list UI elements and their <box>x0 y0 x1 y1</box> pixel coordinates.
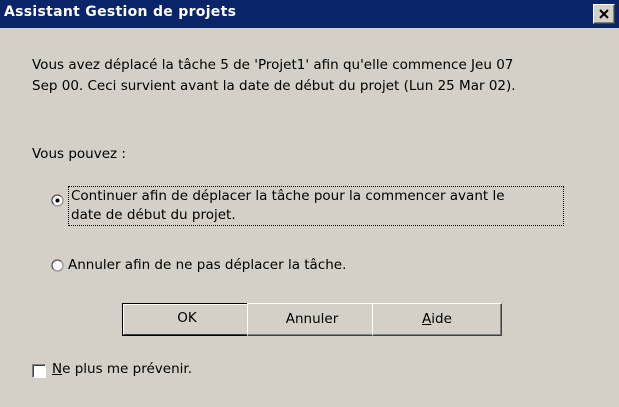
cancel-button-label: Annuler <box>285 311 339 327</box>
message-text: Vous avez déplacé la tâche 5 de 'Projet1… <box>32 55 602 97</box>
help-button-label-rest: ide <box>431 311 452 327</box>
message-line-2: Sep 00. Ceci survient avant la date de d… <box>32 78 516 94</box>
ok-button-label: OK <box>177 310 197 326</box>
continue-option-label[interactable]: Continuer afin de déplacer la tâche pour… <box>68 186 564 226</box>
help-button[interactable]: Aide <box>372 303 502 336</box>
dont-warn-accel: N <box>52 361 63 377</box>
title-bar[interactable]: Assistant Gestion de projets <box>0 0 619 28</box>
ok-button[interactable]: OK <box>122 303 252 336</box>
cancel-move-radio[interactable] <box>51 259 64 272</box>
dialog-window: Assistant Gestion de projets Vous avez d… <box>0 0 619 407</box>
cancel-move-option-label[interactable]: Annuler afin de ne pas déplacer la tâche… <box>68 256 346 275</box>
help-button-accel: A <box>422 311 432 327</box>
dont-warn-label-rest: e plus me prévenir. <box>62 361 192 377</box>
prompt-label: Vous pouvez : <box>32 146 126 162</box>
window-title: Assistant Gestion de projets <box>4 4 237 20</box>
dont-warn-checkbox[interactable] <box>32 364 46 378</box>
close-button[interactable] <box>593 4 615 24</box>
continue-option-line-2: date de début du projet. <box>71 207 236 223</box>
message-line-1: Vous avez déplacé la tâche 5 de 'Projet1… <box>32 57 514 73</box>
dont-warn-label[interactable]: Ne plus me prévenir. <box>52 361 192 377</box>
continue-option-line-1: Continuer afin de déplacer la tâche pour… <box>71 188 505 204</box>
cancel-button[interactable]: Annuler <box>247 303 377 336</box>
continue-radio[interactable] <box>51 194 64 207</box>
